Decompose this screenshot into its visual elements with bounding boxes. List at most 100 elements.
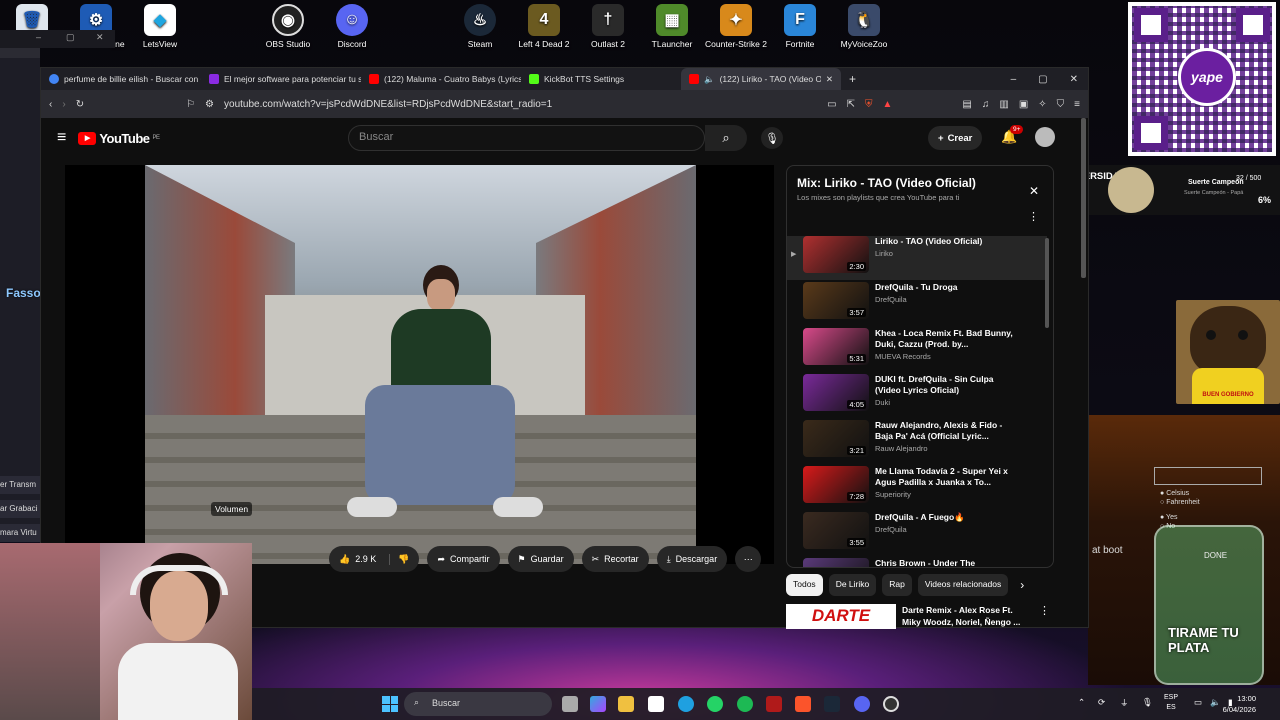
playlist-item[interactable]: 3:21 Rauw Alejandro, Alexis & Fido - Baja… <box>787 420 1047 464</box>
playlist-item-title: Liriko - TAO (Video Oficial) <box>875 236 983 246</box>
store-icon[interactable] <box>648 696 664 712</box>
playlist-item[interactable]: 4:05 DUKI ft. DrefQuila - Sin Culpa (Vide… <box>787 374 1047 418</box>
save-button[interactable]: ⚑ Guardar <box>507 546 574 572</box>
bookmark-icon[interactable]: ⚐ <box>186 99 195 110</box>
chip-rap[interactable]: Rap <box>882 574 912 596</box>
start-stream-button[interactable]: er Transm <box>0 476 40 494</box>
chip-related[interactable]: Videos relacionados <box>917 574 1009 596</box>
minimize-icon[interactable]: – <box>1011 74 1017 85</box>
copilot-icon[interactable] <box>590 696 606 712</box>
thumbs-down-icon[interactable]: 👎 <box>389 553 409 565</box>
close-tab-icon[interactable]: ✕ <box>826 74 833 85</box>
steam-icon[interactable] <box>824 696 840 712</box>
desktop-icon[interactable]: ◆ LetsView <box>120 4 200 49</box>
mic-icon: 🎙 <box>765 132 779 145</box>
install-icon[interactable]: ▭ <box>827 99 836 110</box>
share-button[interactable]: ➦ Compartir <box>427 546 500 572</box>
virtual-cam-button[interactable]: mara Virtu <box>0 524 40 542</box>
create-button[interactable]: + Crear <box>928 126 983 150</box>
youtube-logo[interactable]: ▶ YouTube PE <box>78 131 160 146</box>
maximize-icon[interactable]: ▢ <box>1038 74 1047 85</box>
playlist-item[interactable]: 3:55 DrefQuila - A Fuego🔥 DrefQuila <box>787 512 1047 556</box>
download-button[interactable]: ⤓ Descargar <box>656 546 728 572</box>
task-view-icon[interactable] <box>562 696 578 712</box>
playlist-scrollbar[interactable] <box>1045 238 1049 328</box>
related-video[interactable]: DARTE Darte Remix - Alex Rose Ft. Miky W… <box>786 604 1054 629</box>
sync-icon[interactable]: ⟳ <box>1098 697 1105 708</box>
network-icon[interactable]: ▭ <box>1194 697 1202 708</box>
close-window-icon[interactable]: ✕ <box>1070 74 1078 85</box>
start-recording-button[interactable]: ar Grabaci <box>0 500 40 518</box>
now-playing-icon: ▶ <box>791 251 797 258</box>
brave-shield-icon[interactable]: ⛨ <box>865 99 873 110</box>
close-playlist-icon[interactable]: ✕ <box>1029 184 1039 198</box>
playlist-item[interactable]: 5:31 Khea - Loca Remix Ft. Bad Bunny, Duk… <box>787 328 1047 372</box>
like-button[interactable]: 👍 2.9 K 👎 <box>329 546 420 572</box>
dota-icon[interactable] <box>766 696 782 712</box>
back-icon[interactable]: ‹ <box>49 99 52 110</box>
scissors-icon: ✂ <box>591 553 600 564</box>
filter-chips: Todos De Liriko Rap Videos relacionados … <box>786 574 1030 596</box>
sidebar-icon[interactable]: ▥ <box>999 99 1008 110</box>
tab-active[interactable]: 🔈 (122) Liriko - TAO (Video Oficial) ✕ <box>681 68 841 90</box>
page-scrollbar[interactable] <box>1081 118 1086 278</box>
chip-de-liriko[interactable]: De Liriko <box>828 574 877 596</box>
chevron-right-icon[interactable]: › <box>1014 574 1030 596</box>
playlist-item[interactable]: Chris Brown - Under The <box>787 558 1047 567</box>
reader-icon[interactable]: ▤ <box>962 99 971 110</box>
avatar[interactable] <box>1035 127 1055 147</box>
reload-icon[interactable]: ↻ <box>76 99 84 110</box>
more-button[interactable]: ⋯ <box>735 546 762 572</box>
mic-button[interactable]: 🎙 <box>761 127 783 149</box>
share-icon[interactable]: ⇱ <box>847 99 855 110</box>
playlist-more-icon[interactable]: ⋮ <box>1028 210 1039 223</box>
menu-icon[interactable]: ≡ <box>1074 99 1080 110</box>
tab[interactable]: El mejor software para potenciar tu stre… <box>201 68 361 90</box>
duration: 2:30 <box>847 262 866 271</box>
music-icon[interactable]: ♫ <box>982 99 990 110</box>
file-explorer-icon[interactable] <box>618 696 634 712</box>
playlist-item[interactable]: 7:28 Me Llama Todavía 2 - Super Yei x Agu… <box>787 466 1047 510</box>
tab[interactable]: (122) Maluma - Cuatro Babys (Lyrics/Letr… <box>361 68 521 90</box>
volume-icon[interactable]: 🔈 <box>1210 697 1221 708</box>
video-player[interactable]: Volumen <box>65 165 774 564</box>
radio-label: Fahrenheit <box>1166 499 1200 506</box>
clip-button[interactable]: ✂ Recortar <box>581 546 649 572</box>
wallet-icon[interactable]: ▣ <box>1019 99 1028 110</box>
search-input[interactable]: Buscar <box>348 125 705 151</box>
desktop-icon[interactable]: ☺ Discord <box>312 4 392 49</box>
new-tab-button[interactable]: + <box>841 72 864 86</box>
mic-icon[interactable]: 🎙 <box>1142 697 1153 708</box>
hamburger-icon[interactable]: ≡ <box>57 129 66 147</box>
tab[interactable]: KickBot TTS Settings <box>521 68 681 90</box>
volume-tooltip: Volumen <box>211 502 253 516</box>
taskbar-search[interactable]: ⌕ Buscar <box>404 692 552 716</box>
clock[interactable]: 13:00 6/04/2026 <box>1223 693 1256 715</box>
playlist-item[interactable]: ▶ 2:30 Liriko - TAO (Video Oficial) Liriko <box>787 236 1047 280</box>
tab[interactable]: perfume de billie eilish - Buscar con Go… <box>41 68 201 90</box>
obs-icon[interactable] <box>883 696 899 712</box>
brave-icon[interactable] <box>795 696 811 712</box>
rewards-icon[interactable]: ▲ <box>883 99 893 110</box>
related-more-icon[interactable]: ⋮ <box>1039 604 1050 617</box>
vpn-icon[interactable]: ⛉ <box>1057 99 1065 110</box>
site-info-icon[interactable]: ⚙ <box>205 99 214 110</box>
ai-icon[interactable]: ✧ <box>1038 99 1046 110</box>
desktop-icon[interactable]: 🐧 MyVoiceZoo <box>824 4 904 49</box>
discord-icon[interactable] <box>854 696 870 712</box>
usb-icon[interactable]: ⏚ <box>1120 697 1129 709</box>
language-indicator[interactable]: ESP ES <box>1164 693 1178 713</box>
chevron-up-icon[interactable]: ⌃ <box>1078 697 1085 708</box>
chip-todos[interactable]: Todos <box>786 574 823 596</box>
edge-icon[interactable] <box>678 696 694 712</box>
notifications-button[interactable]: 🔔 9+ <box>1001 125 1024 145</box>
spotify-icon[interactable] <box>737 696 753 712</box>
whatsapp-icon[interactable] <box>707 696 723 712</box>
close-icon[interactable]: ✕ <box>96 32 104 43</box>
playlist-item-title: DrefQuila - A Fuego🔥 <box>875 512 965 522</box>
forward-icon[interactable]: › <box>62 99 65 110</box>
playlist-item[interactable]: 3:57 DrefQuila - Tu Droga DrefQuila <box>787 282 1047 326</box>
windows-start-icon[interactable] <box>382 696 398 712</box>
url-field[interactable]: youtube.com/watch?v=jsPcdWdDNE&list=RDjs… <box>224 99 817 110</box>
search-button[interactable]: ⌕ <box>705 125 747 151</box>
